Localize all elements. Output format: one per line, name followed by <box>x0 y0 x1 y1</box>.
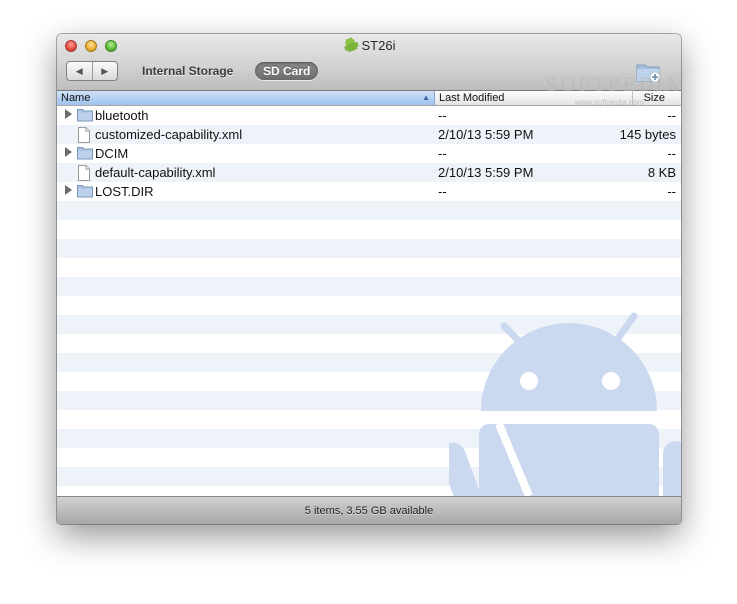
file-size: 8 KB <box>647 165 676 180</box>
android-icon <box>343 37 359 58</box>
window-title-text: ST26i <box>361 38 396 53</box>
column-header-name-label: Name <box>61 92 91 104</box>
file-size: 145 bytes <box>619 127 676 142</box>
file-list: bluetooth -- -- customized-capability.xml 2/… <box>57 106 681 496</box>
folder-icon <box>77 184 93 201</box>
file-modified: 2/10/13 5:59 PM <box>438 165 534 180</box>
status-bar: 5 items, 3.55 GB available <box>57 496 681 524</box>
disclosure-triangle-icon[interactable] <box>65 185 72 195</box>
forward-button[interactable]: ▶ <box>93 62 118 80</box>
file-name: customized-capability.xml <box>95 127 243 142</box>
android-watermark-icon <box>439 276 681 496</box>
folder-row[interactable]: LOST.DIR -- -- <box>57 182 681 201</box>
finder-window: ST26i ◀ ▶ Internal Storage SD Card Name … <box>57 34 681 524</box>
nav-segment: ◀ ▶ <box>66 61 118 81</box>
file-row[interactable]: default-capability.xml 2/10/13 5:59 PM 8 K… <box>57 163 681 182</box>
softpedia-watermark-url: www.softpedia.com <box>575 98 644 107</box>
file-row[interactable]: customized-capability.xml 2/10/13 5:59 PM… <box>57 125 681 144</box>
file-modified: -- <box>438 184 447 199</box>
tab-sd-card[interactable]: SD Card <box>255 62 319 80</box>
sort-ascending-icon: ▲ <box>422 93 430 102</box>
file-name: default-capability.xml <box>95 165 216 180</box>
folder-row[interactable]: DCIM -- -- <box>57 144 681 163</box>
softpedia-watermark: SOFTPEDIA <box>545 74 681 96</box>
file-name: LOST.DIR <box>95 184 154 199</box>
file-size: -- <box>667 146 676 161</box>
window-title: ST26i <box>57 37 681 58</box>
folder-icon <box>77 146 93 163</box>
column-header-name[interactable]: Name ▲ <box>57 91 435 105</box>
file-modified: -- <box>438 108 447 123</box>
disclosure-triangle-icon[interactable] <box>65 147 72 157</box>
file-name: DCIM <box>95 146 129 161</box>
disclosure-triangle-icon[interactable] <box>65 109 72 119</box>
tab-internal-storage[interactable]: Internal Storage <box>142 64 233 78</box>
file-size: -- <box>667 108 676 123</box>
file-modified: 2/10/13 5:59 PM <box>438 127 534 142</box>
folder-row[interactable]: bluetooth -- -- <box>57 106 681 125</box>
file-size: -- <box>667 184 676 199</box>
file-name: bluetooth <box>95 108 149 123</box>
back-button[interactable]: ◀ <box>67 62 93 80</box>
folder-icon <box>77 108 93 125</box>
file-modified: -- <box>438 146 447 161</box>
